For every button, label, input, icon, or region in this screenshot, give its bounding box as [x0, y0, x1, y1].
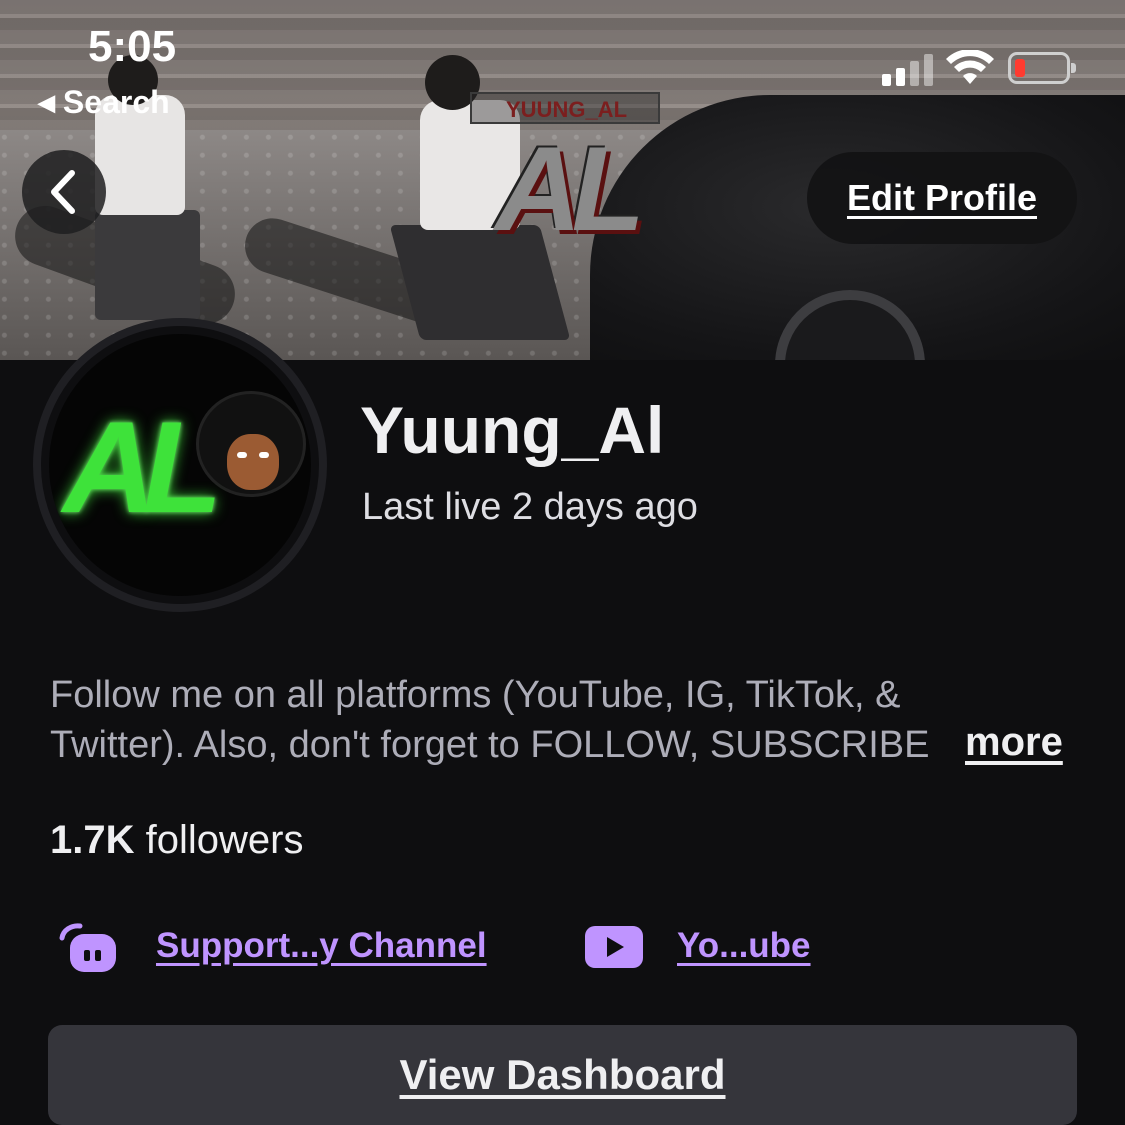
- youtube-icon: [585, 926, 643, 968]
- battery-level: [1015, 59, 1025, 77]
- avatar[interactable]: AL: [33, 318, 327, 612]
- banner-logo: AL: [495, 122, 645, 256]
- youtube-link[interactable]: Yo...ube: [677, 926, 811, 966]
- view-dashboard-button[interactable]: View Dashboard: [48, 1025, 1077, 1125]
- avatar-logo-text: AL: [63, 394, 222, 540]
- back-triangle-icon: ◀: [38, 90, 55, 115]
- banner-figure: [95, 210, 200, 320]
- avatar-character-face: [227, 434, 279, 490]
- bio-line-2: Twitter). Also, don't forget to FOLLOW, …: [50, 724, 930, 766]
- support-mic-icon: [59, 923, 116, 972]
- back-button[interactable]: [22, 150, 106, 234]
- battery-icon: [1008, 52, 1076, 84]
- avatar-image: AL: [49, 334, 311, 596]
- bio-line-1: Follow me on all platforms (YouTube, IG,…: [50, 674, 901, 716]
- chevron-left-icon: [51, 170, 75, 214]
- followers-count[interactable]: 1.7K followers: [50, 818, 303, 863]
- channel-username: Yuung_Al: [360, 393, 665, 467]
- followers-number: 1.7K: [50, 818, 135, 862]
- support-channel-link[interactable]: Support...y Channel: [156, 926, 487, 966]
- followers-label: followers: [134, 818, 304, 862]
- status-time: 5:05: [88, 22, 177, 71]
- edit-profile-button[interactable]: Edit Profile: [807, 152, 1077, 244]
- last-live-status: Last live 2 days ago: [362, 486, 698, 528]
- wifi-icon: [946, 50, 994, 84]
- back-to-search-label: Search: [62, 84, 170, 120]
- channel-bio: Follow me on all platforms (YouTube, IG,…: [50, 670, 1080, 770]
- bio-more-link[interactable]: more: [965, 720, 1063, 765]
- back-to-search-link[interactable]: ◀ Search: [38, 84, 170, 121]
- cellular-signal-icon: [882, 52, 934, 86]
